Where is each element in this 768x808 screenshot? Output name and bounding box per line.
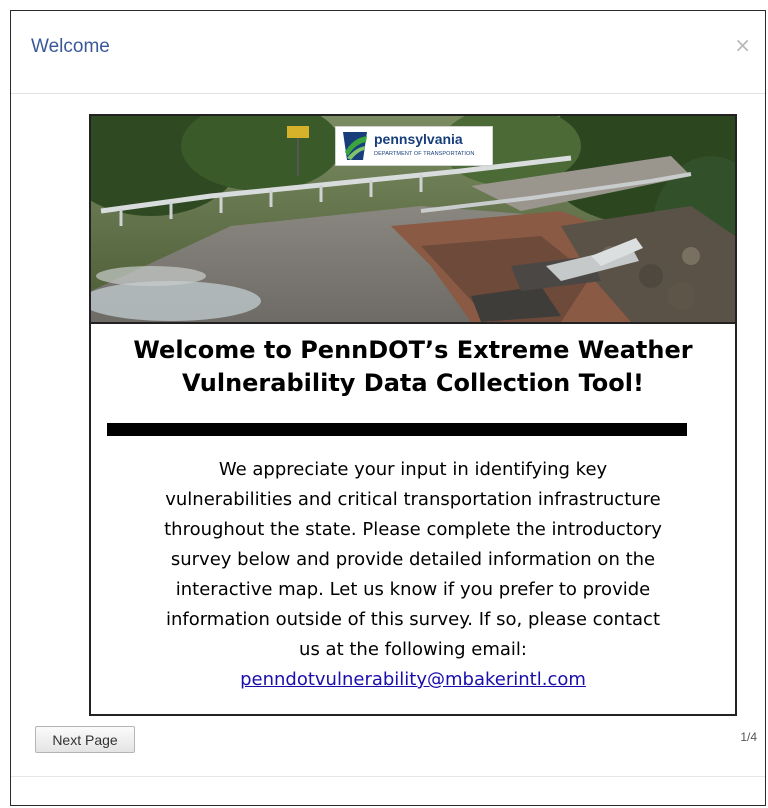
dialog-footer: [11, 776, 765, 805]
divider-bar: [107, 423, 687, 436]
close-icon[interactable]: ×: [734, 33, 751, 57]
heading-line-1: Welcome to PennDOT’s Extreme Weather: [133, 336, 693, 364]
page-indicator: 1/4: [740, 730, 757, 744]
intro-line: throughout the state. Please complete th…: [164, 519, 662, 540]
intro-line: us at the following email:: [299, 639, 527, 660]
intro-line: interactive map. Let us know if you pref…: [175, 579, 651, 600]
intro-line: information outside of this survey. If s…: [165, 609, 661, 630]
logo-wordmark: pennsylvania: [374, 131, 463, 147]
next-page-button[interactable]: Next Page: [35, 726, 135, 753]
penndot-logo: pennsylvania DEPARTMENT OF TRANSPORTATIO…: [335, 126, 493, 166]
intro-line: survey below and provide detailed inform…: [170, 549, 656, 570]
intro-line: We appreciate your input in identifying …: [218, 459, 608, 480]
dialog-title: Welcome: [31, 36, 110, 57]
welcome-dialog: Welcome × pennsylvania DEPARTMENT OF TRA…: [10, 10, 766, 806]
welcome-heading: Welcome to PennDOT’s Extreme Weather Vul…: [91, 334, 735, 400]
heading-line-2: Vulnerability Data Collection Tool!: [182, 369, 644, 397]
logo-subtitle: DEPARTMENT OF TRANSPORTATION: [374, 151, 475, 157]
contact-email-link[interactable]: penndotvulnerability@mbakerintl.com: [240, 669, 586, 690]
intro-text: We appreciate your input in identifying …: [103, 455, 723, 695]
welcome-panel: pennsylvania DEPARTMENT OF TRANSPORTATIO…: [89, 114, 737, 716]
intro-line: vulnerabilities and critical transportat…: [165, 489, 661, 510]
pennsylvania-keystone-logo-icon: [343, 132, 367, 160]
dialog-header: Welcome ×: [11, 11, 765, 94]
flood-damaged-road-photo: pennsylvania DEPARTMENT OF TRANSPORTATIO…: [91, 116, 735, 324]
